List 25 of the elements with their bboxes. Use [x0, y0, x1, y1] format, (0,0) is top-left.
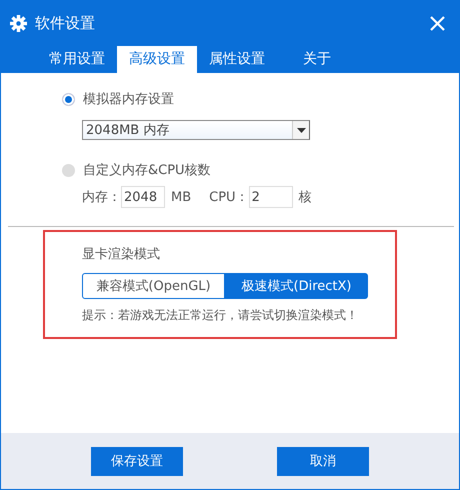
radio-label: 自定义内存&CPU核数 — [83, 162, 211, 179]
window-title: 软件设置 — [35, 14, 96, 33]
settings-icon — [10, 15, 27, 32]
dialog-button[interactable]: 保存设置 — [91, 446, 183, 476]
memory-label: 内存： — [82, 189, 121, 206]
caret-icon — [296, 128, 306, 132]
close-button[interactable] — [427, 14, 447, 34]
dialog-button[interactable]: 取消 — [277, 446, 369, 476]
cpu-label: CPU： — [209, 189, 249, 206]
tab[interactable]: 属性设置 — [197, 46, 277, 73]
unit-label: 核 — [298, 189, 312, 206]
tab[interactable]: 高级设置 — [117, 46, 197, 73]
unit-label: MB — [171, 190, 192, 204]
hint-text: 提示：若游戏无法正常运行，请尝试切换渲染模式！ — [82, 307, 359, 324]
section-title: 显卡渲染模式 — [82, 246, 161, 263]
radio-button[interactable] — [62, 92, 75, 106]
memory-input[interactable]: 2048 — [121, 186, 165, 208]
mode-button[interactable]: 兼容模式(OpenGL) — [82, 273, 225, 299]
mode-button[interactable]: 极速模式(DirectX) — [225, 273, 368, 299]
memory-dropdown[interactable]: 2048MB 内存 — [82, 120, 310, 140]
tab[interactable]: 关于 — [277, 46, 357, 73]
radio-button[interactable] — [62, 164, 75, 176]
cpu-input[interactable]: 2 — [248, 186, 293, 208]
radio-label: 模拟器内存设置 — [83, 91, 174, 108]
tab[interactable]: 常用设置 — [37, 46, 117, 73]
